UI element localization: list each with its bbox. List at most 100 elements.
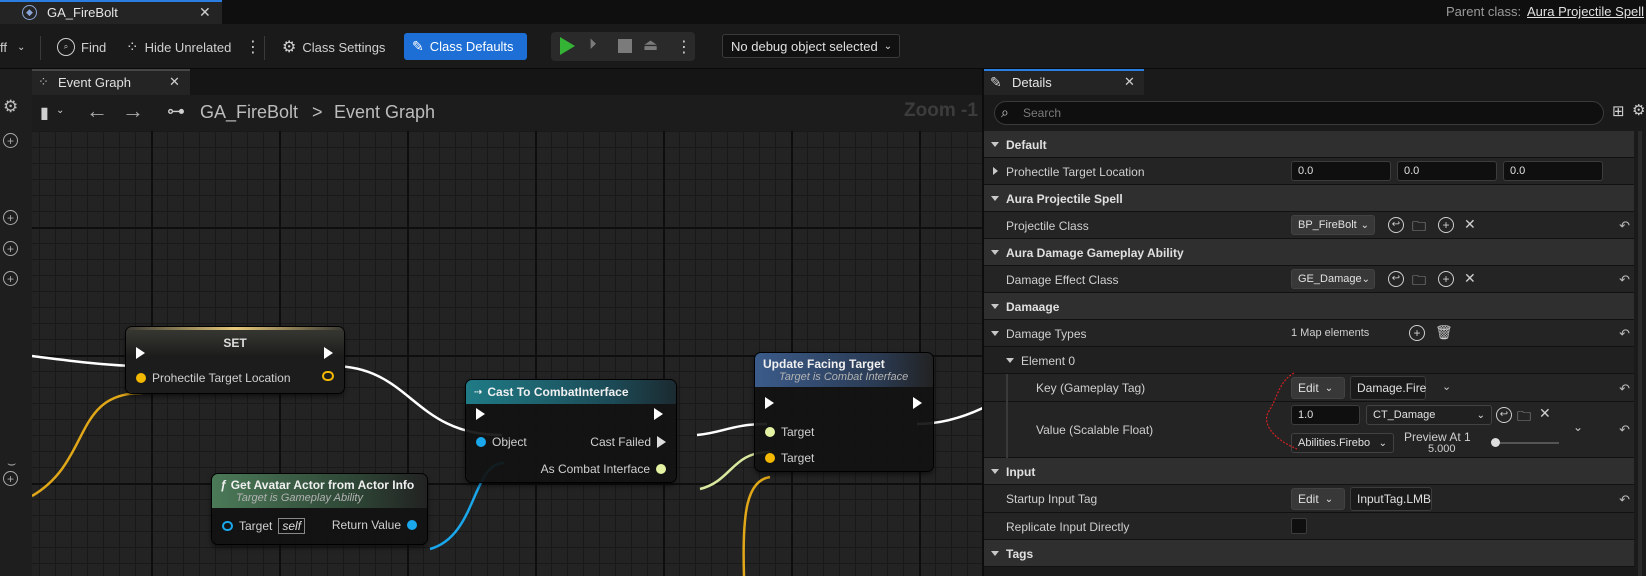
add-icon[interactable]: + — [1409, 325, 1425, 341]
browse-folder-icon[interactable]: 🗀 — [1517, 406, 1531, 430]
reset-icon[interactable]: ↶ — [1619, 218, 1630, 234]
use-selected-icon[interactable]: ↩ — [1496, 407, 1512, 423]
category-input[interactable]: Input — [984, 458, 1634, 485]
replicate-checkbox[interactable] — [1291, 518, 1307, 534]
avatar-target-pin[interactable]: Target self — [222, 518, 306, 534]
cast-node[interactable]: ⇢ Cast To CombatInterface Object Cast Fa… — [466, 380, 676, 482]
category-aura-damage[interactable]: Aura Damage Gameplay Ability — [984, 239, 1634, 266]
category-aura-projectile[interactable]: Aura Projectile Spell — [984, 185, 1634, 212]
toolbar-cut-text[interactable]: ff — [0, 36, 7, 58]
step-icon[interactable]: ⏵ — [589, 36, 597, 53]
set-vector-pin[interactable]: Prohectile Target Location — [136, 371, 291, 385]
category-damaage[interactable]: Damaage — [984, 293, 1634, 320]
collapse-arrow-icon[interactable] — [993, 167, 998, 175]
reset-icon[interactable]: ↶ — [1619, 492, 1630, 508]
add-icon[interactable]: + — [1438, 217, 1454, 233]
hierarchy-icon[interactable]: ⊶ — [167, 101, 185, 122]
damage-effect-select[interactable]: GE_Damage ⌄ — [1291, 269, 1375, 289]
add-icon[interactable]: + — [3, 271, 18, 286]
vector-y-field[interactable]: 0.0 — [1397, 161, 1497, 181]
category-default[interactable]: Default — [984, 131, 1634, 158]
update-facing-node[interactable]: Update Facing Target Target is Combat In… — [755, 353, 933, 471]
projectile-class-select[interactable]: BP_FireBolt ⌄ — [1291, 215, 1375, 235]
vector-z-field[interactable]: 0.0 — [1503, 161, 1603, 181]
reset-icon[interactable]: ↶ — [1619, 326, 1630, 342]
play-icon[interactable] — [560, 37, 575, 55]
chevron-down-icon[interactable]: ⌄ — [56, 105, 64, 116]
more-options-icon[interactable]: ⋮ — [676, 36, 692, 58]
get-avatar-node[interactable]: ƒ Get Avatar Actor from Actor Info Target… — [212, 474, 427, 544]
key-tag-field[interactable]: Damage.Fire — [1350, 376, 1426, 400]
target-vector-pin[interactable]: Target — [765, 451, 814, 465]
breadcrumb-root[interactable]: GA_FireBolt — [200, 102, 298, 123]
as-combat-interface-pin[interactable]: As Combat Interface — [541, 462, 666, 476]
details-scrollbar[interactable] — [1638, 131, 1642, 576]
browse-folder-icon[interactable]: 🗀 — [1412, 216, 1426, 240]
collapse-icon[interactable]: ⌣ — [7, 455, 16, 472]
curve-table-select[interactable]: CT_Damage ⌄ — [1366, 405, 1492, 425]
event-graph-tab[interactable]: ⁘ Event Graph ✕ — [32, 69, 190, 95]
clear-icon[interactable]: ✕ — [1464, 216, 1476, 233]
clear-icon[interactable]: ✕ — [1464, 270, 1476, 287]
breadcrumb-leaf[interactable]: Event Graph — [334, 102, 435, 123]
expand-icon[interactable] — [991, 331, 999, 336]
add-icon[interactable]: + — [3, 241, 18, 256]
use-selected-icon[interactable]: ↩ — [1388, 271, 1404, 287]
search-input[interactable]: ⌕ Search — [994, 101, 1604, 125]
add-icon[interactable]: + — [1438, 271, 1454, 287]
class-defaults-button[interactable]: ✎ Class Defaults — [404, 33, 527, 60]
debug-object-select[interactable]: No debug object selected ⌄ — [722, 34, 900, 58]
exec-out-pin[interactable] — [324, 347, 333, 359]
self-value[interactable]: self — [278, 518, 306, 534]
exec-in-pin[interactable] — [136, 347, 145, 359]
close-icon[interactable]: ✕ — [1124, 74, 1135, 90]
document-tab[interactable]: ◆ GA_FireBolt ✕ — [0, 0, 222, 24]
find-button[interactable]: ⌕ Find — [57, 36, 106, 58]
exec-out-pin[interactable] — [913, 397, 922, 409]
settings-icon[interactable]: ⚙ — [3, 97, 18, 117]
chevron-down-icon[interactable]: ⌄ — [17, 36, 25, 58]
category-tags[interactable]: Tags — [984, 540, 1634, 567]
use-selected-icon[interactable]: ↩ — [1388, 217, 1404, 233]
chevron-down-icon[interactable]: ⌄ — [1573, 420, 1583, 434]
preview-slider-handle[interactable] — [1491, 438, 1500, 447]
exec-out-pin[interactable] — [654, 408, 663, 420]
reset-icon[interactable]: ↶ — [1619, 422, 1630, 438]
expand-icon[interactable] — [1006, 358, 1014, 363]
graph-canvas[interactable]: SET Prohectile Target Location ⇢ Cast To… — [32, 131, 982, 576]
class-settings-button[interactable]: ⚙ Class Settings — [282, 36, 385, 58]
bookmark-icon[interactable]: ▮ — [40, 103, 49, 123]
exec-in-pin[interactable] — [476, 408, 485, 420]
target-interface-pin[interactable]: Target — [765, 425, 814, 439]
parent-class-link[interactable]: Aura Projectile Spell — [1527, 4, 1644, 19]
clear-icon[interactable]: ✕ — [1539, 405, 1551, 422]
details-tab[interactable]: ✎ Details ✕ — [984, 69, 1144, 95]
cast-failed-pin[interactable]: Cast Failed — [590, 435, 666, 449]
add-icon[interactable]: + — [3, 471, 18, 486]
set-node[interactable]: SET Prohectile Target Location — [126, 327, 344, 393]
hide-unrelated-button[interactable]: ⁘ Hide Unrelated — [126, 36, 231, 58]
table-view-icon[interactable]: ⊞ — [1612, 102, 1625, 120]
reset-icon[interactable]: ↶ — [1619, 381, 1630, 397]
close-icon[interactable]: ✕ — [169, 74, 180, 90]
exec-in-pin[interactable] — [765, 397, 774, 409]
close-icon[interactable]: ✕ — [199, 4, 211, 21]
eject-icon[interactable]: ⏏ — [643, 35, 658, 55]
add-icon[interactable]: + — [3, 210, 18, 225]
startup-tag-field[interactable]: InputTag.LMB — [1350, 487, 1432, 511]
startup-edit-button[interactable]: Edit ⌄ — [1291, 488, 1345, 510]
chevron-down-icon[interactable]: ⌄ — [1442, 380, 1451, 393]
forward-arrow-icon[interactable]: → — [122, 98, 144, 124]
back-arrow-icon[interactable]: ← — [86, 98, 108, 124]
add-icon[interactable]: + — [3, 133, 18, 148]
vector-x-field[interactable]: 0.0 — [1291, 161, 1391, 181]
return-value-pin[interactable]: Return Value — [332, 518, 417, 532]
trash-icon[interactable]: 🗑 — [1435, 324, 1453, 341]
more-options-icon[interactable]: ⋮ — [245, 36, 261, 58]
object-pin[interactable]: Object — [476, 435, 527, 449]
reset-icon[interactable]: ↶ — [1619, 272, 1630, 288]
stop-icon[interactable] — [618, 39, 632, 53]
browse-folder-icon[interactable]: 🗀 — [1412, 270, 1426, 294]
vector-out-pin[interactable] — [322, 371, 334, 381]
settings-icon[interactable]: ⚙ — [1632, 101, 1645, 119]
